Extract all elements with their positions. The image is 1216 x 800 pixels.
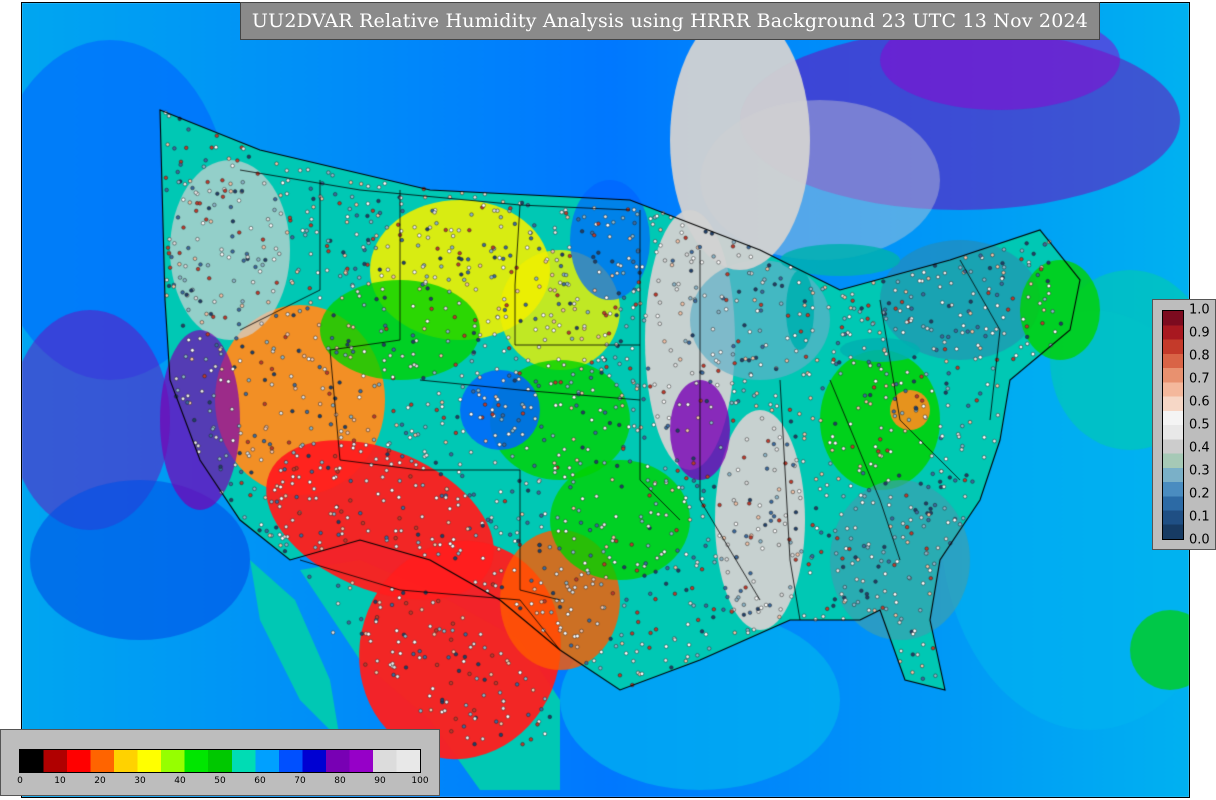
- increment-tick-label: 0.1: [1189, 509, 1210, 525]
- increment-tick-label: 0.5: [1189, 417, 1210, 433]
- increment-tick-label: 0.7: [1189, 371, 1210, 387]
- map-title: UU2DVAR Relative Humidity Analysis using…: [240, 2, 1100, 40]
- rh-colorbar: [19, 749, 421, 773]
- increment-tick-label: 0.9: [1189, 325, 1210, 341]
- rh-tick-label: 100: [411, 776, 429, 786]
- rh-tick-label: 10: [54, 776, 66, 786]
- rh-tick-label: 50: [214, 776, 226, 786]
- increment-colorbar: [1162, 310, 1184, 540]
- rh-tick-label: 20: [94, 776, 106, 786]
- rh-tick-label: 0: [17, 776, 23, 786]
- increment-tick-label: 0.8: [1189, 348, 1210, 364]
- increment-tick-label: 0.4: [1189, 440, 1210, 456]
- increment-tick-label: 1.0: [1189, 302, 1210, 318]
- increment-colorbar-legend: 1.0 0.9 0.8 0.7 0.6 0.5 0.4 0.3 0.2 0.1 …: [1152, 299, 1216, 550]
- increment-tick-label: 0.2: [1189, 486, 1210, 502]
- rh-colorbar-legend: 0 10 20 30 40 50 60 70 80 90 100: [0, 729, 440, 796]
- rh-tick-label: 80: [334, 776, 346, 786]
- rh-tick-label: 70: [294, 776, 306, 786]
- rh-tick-label: 40: [174, 776, 186, 786]
- increment-tick-label: 0.6: [1189, 394, 1210, 410]
- increment-tick-label: 0.3: [1189, 463, 1210, 479]
- rh-tick-label: 60: [254, 776, 266, 786]
- rh-tick-label: 90: [374, 776, 386, 786]
- rh-tick-label: 30: [134, 776, 146, 786]
- humidity-map[interactable]: [0, 0, 1216, 800]
- increment-tick-label: 0.0: [1189, 532, 1210, 548]
